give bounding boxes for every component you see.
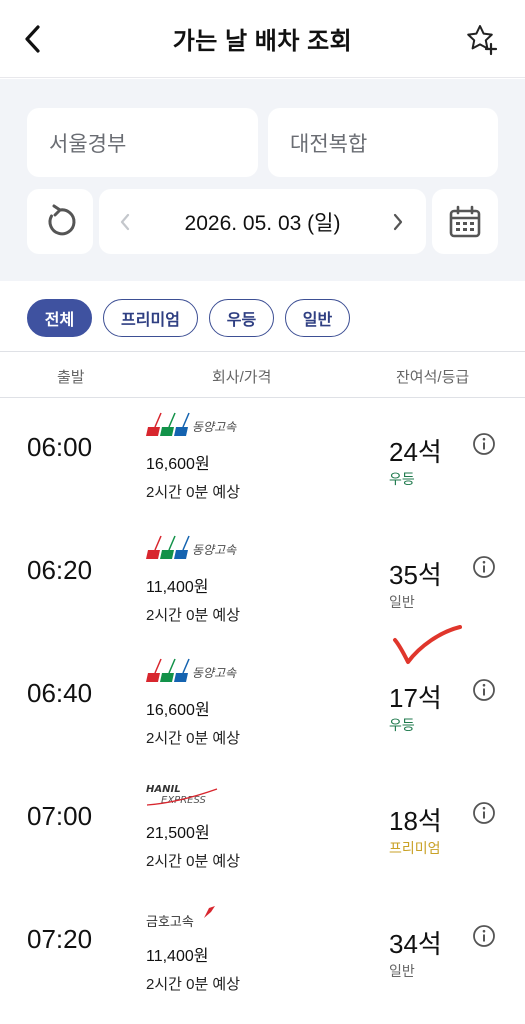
fare-price: 16,600원 [146,702,210,719]
estimated-duration: 2시간 0분 예상 [146,484,241,501]
column-departure: 출발 [57,369,85,386]
departure-time: 07:00 [27,801,93,831]
dongyang-express-logo: 동양고속 [146,412,237,436]
selected-date[interactable]: 2026. 05. 03 (일) [99,189,426,254]
fare-price: 11,400원 [146,579,209,596]
grade-filter-bar: 전체 프리미엄 우등 일반 [0,282,525,352]
back-button[interactable] [18,22,48,56]
remaining-seats: 17석 [389,683,442,713]
bus-grade: 프리미엄 [389,840,441,856]
remaining-seats: 18석 [389,806,442,836]
next-date-button[interactable] [388,209,408,234]
kumho-express-logo: 금호고속 [146,906,215,930]
departure-time: 07:20 [27,924,93,954]
header: 가는 날 배차 조회 [0,0,525,78]
bus-row[interactable]: 07:20 금호고속 11,400원 2시간 0분 예상 34석 일반 [0,890,525,1013]
remaining-seats: 34석 [389,929,442,959]
star-plus-icon [467,25,498,56]
bus-grade: 일반 [389,594,415,610]
info-icon[interactable] [472,432,496,456]
estimated-duration: 2시간 0분 예상 [146,976,241,993]
remaining-seats: 35석 [389,560,442,590]
bus-grade: 우등 [389,471,415,487]
calendar-button[interactable] [432,189,498,254]
filter-all-chip[interactable]: 전체 [27,299,92,337]
column-header: 출발 회사/가격 잔여석/등급 [0,352,525,398]
column-company-price: 회사/가격 [212,369,272,386]
bus-grade: 일반 [389,963,415,979]
chevron-left-icon [25,25,40,53]
info-icon[interactable] [472,801,496,825]
bus-grade: 우등 [389,717,415,733]
filter-ilban-chip[interactable]: 일반 [285,299,350,337]
departure-time: 06:00 [27,432,93,462]
date-selector: 2026. 05. 03 (일) [99,189,426,254]
svg-text:동양고속: 동양고속 [192,543,237,557]
arrival-terminal-field[interactable]: 대전복합 [268,108,498,177]
svg-text:HANIL: HANIL [146,784,181,795]
info-icon[interactable] [472,924,496,948]
departure-time: 06:20 [27,555,93,585]
fare-price: 16,600원 [146,456,210,473]
dongyang-express-logo: 동양고속 [146,658,237,682]
svg-text:EXPRESS: EXPRESS [161,795,206,806]
svg-text:동양고속: 동양고속 [192,666,237,680]
column-seats-grade: 잔여석/등급 [396,369,470,386]
estimated-duration: 2시간 0분 예상 [146,607,241,624]
info-icon[interactable] [472,678,496,702]
departure-terminal-field[interactable]: 서울경부 [27,108,258,177]
dongyang-express-logo: 동양고속 [146,535,237,559]
estimated-duration: 2시간 0분 예상 [146,730,241,747]
bus-row[interactable]: 07:00 HANIL EXPRESS 21,500원 2시간 0분 예상 18… [0,767,525,890]
estimated-duration: 2시간 0분 예상 [146,853,241,870]
favorite-button[interactable] [465,22,499,56]
fare-price: 21,500원 [146,825,210,842]
remaining-seats: 24석 [389,437,442,467]
chevron-right-icon [393,213,403,230]
fare-price: 11,400원 [146,948,209,965]
svg-text:동양고속: 동양고속 [192,420,237,434]
hanil-express-logo: HANIL EXPRESS [146,784,218,806]
red-checkmark-annotation [393,625,462,664]
svg-text:금호고속: 금호고속 [146,915,194,930]
info-icon[interactable] [472,555,496,579]
departure-time: 06:40 [27,678,93,708]
bus-row[interactable]: 06:00 동양고속 16,600원 2시간 0분 예상 24석 우등 [0,398,525,521]
refresh-icon [48,204,76,235]
search-panel: 서울경부 대전복합 2026. 05. 03 (일) [0,79,525,281]
refresh-button[interactable] [27,189,93,254]
filter-udeung-chip[interactable]: 우등 [209,299,274,337]
page-title: 가는 날 배차 조회 [172,28,353,55]
calendar-icon [449,205,481,237]
filter-premium-chip[interactable]: 프리미엄 [103,299,198,337]
